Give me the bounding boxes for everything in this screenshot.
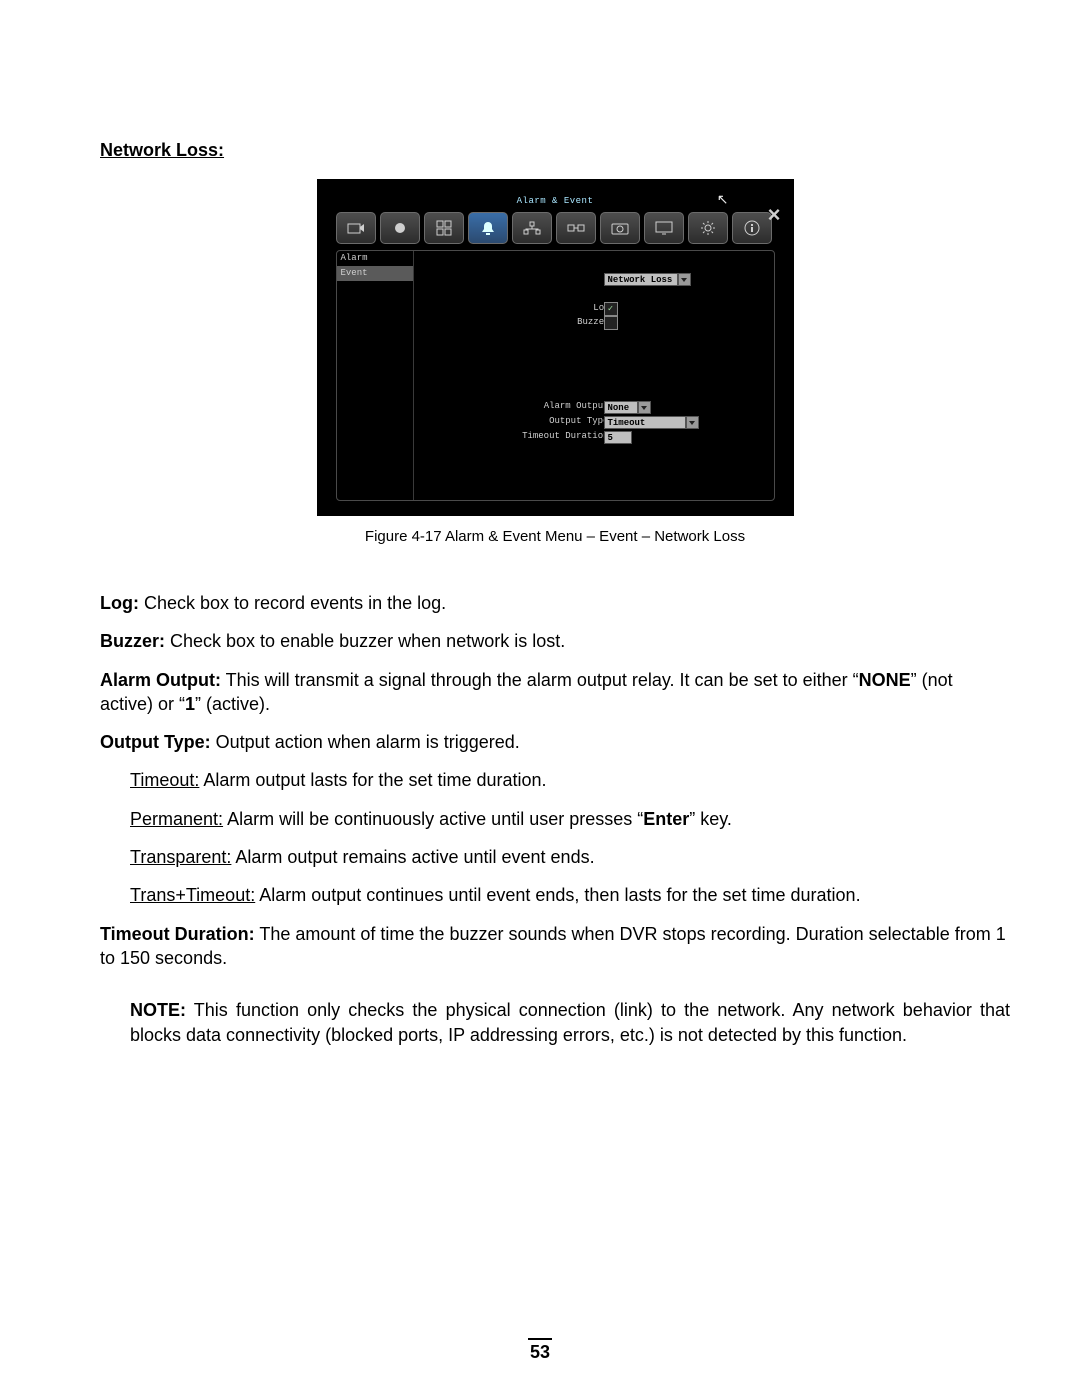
toolbar-system-icon[interactable] xyxy=(688,212,728,244)
output-type-select[interactable]: Timeout xyxy=(604,416,686,429)
chevron-down-icon[interactable] xyxy=(638,401,651,414)
log-checkbox[interactable]: ✓ xyxy=(604,302,618,316)
event-select[interactable]: Network Loss xyxy=(604,273,678,286)
settings-panel: Event Network Loss Log ✓ Buzzer xyxy=(414,251,774,500)
sidebar-item-alarm[interactable]: Alarm xyxy=(337,251,413,266)
toolbar-network-icon[interactable] xyxy=(512,212,552,244)
chevron-down-icon[interactable] xyxy=(678,273,691,286)
dvr-screenshot: Alarm & Event ↖ × AlarmEvent Event Netwo… xyxy=(317,179,794,516)
alarm-output-select[interactable]: None xyxy=(604,401,638,414)
toolbar-info-icon[interactable] xyxy=(732,212,772,244)
chevron-down-icon[interactable] xyxy=(686,416,699,429)
timeout-duration-label: Timeout Duration xyxy=(522,431,608,442)
page-number: 53 xyxy=(0,1338,1080,1363)
alarm-output-label: Alarm Output xyxy=(544,401,609,412)
toolbar-connect-icon[interactable] xyxy=(556,212,596,244)
timeout-duration-field[interactable]: 5 xyxy=(604,431,632,444)
output-type-label: Output Type xyxy=(549,416,608,427)
figure-caption: Figure 4-17 Alarm & Event Menu – Event –… xyxy=(100,528,1010,545)
toolbar-grid-icon[interactable] xyxy=(424,212,464,244)
toolbar-snapshot-icon[interactable] xyxy=(600,212,640,244)
cursor-icon: ↖ xyxy=(717,192,729,206)
toolbar xyxy=(336,212,775,246)
buzzer-checkbox[interactable] xyxy=(604,316,618,330)
toolbar-display-icon[interactable] xyxy=(644,212,684,244)
sidebar-item-event[interactable]: Event xyxy=(337,266,413,281)
toolbar-record-icon[interactable] xyxy=(380,212,420,244)
toolbar-alarm-icon[interactable] xyxy=(468,212,508,244)
section-heading: Network Loss: xyxy=(100,140,1010,161)
close-icon[interactable]: × xyxy=(768,204,781,226)
toolbar-camera-icon[interactable] xyxy=(336,212,376,244)
window-title: Alarm & Event xyxy=(336,194,775,208)
body-text: Log: Check box to record events in the l… xyxy=(100,591,1010,1047)
sidebar: AlarmEvent xyxy=(337,251,414,500)
